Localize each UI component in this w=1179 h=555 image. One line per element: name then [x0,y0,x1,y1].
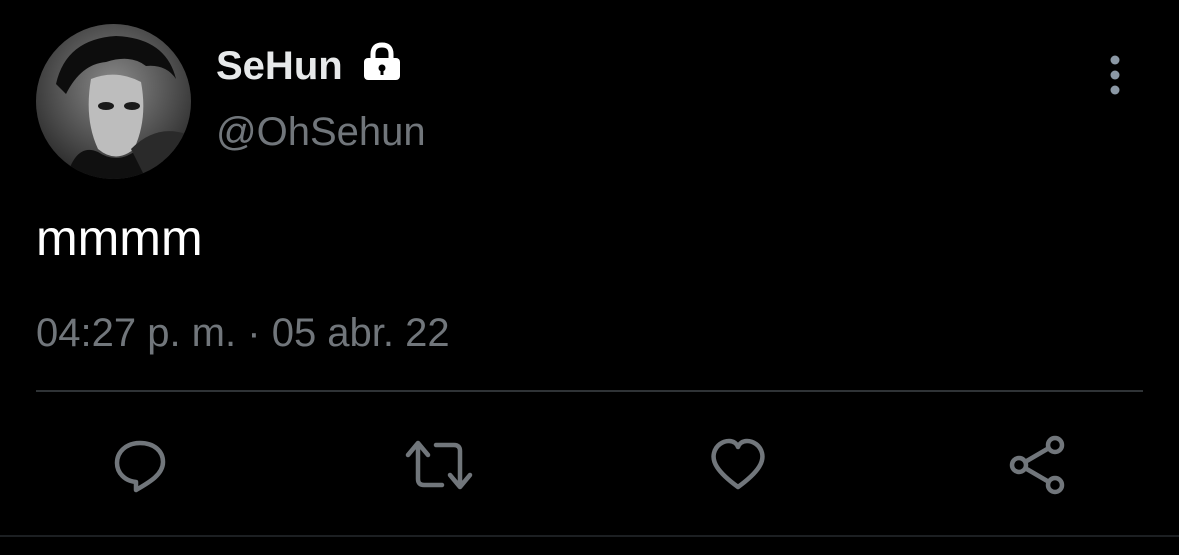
tweet-date: 05 abr. 22 [271,311,450,355]
more-options-icon[interactable] [1100,52,1130,98]
reply-button[interactable] [105,430,175,500]
divider [36,390,1143,392]
lock-icon [360,42,404,82]
like-button[interactable] [703,430,773,500]
tweet-text: mmmm [36,210,203,266]
meta-separator: · [247,311,261,355]
tweet-time: 04:27 p. m. [36,311,237,355]
tweet-timestamp[interactable]: 04:27 p. m. · 05 abr. 22 [36,308,450,358]
avatar[interactable] [36,24,191,179]
retweet-icon [404,435,474,495]
display-name[interactable]: SeHun [216,42,343,90]
share-icon [1005,435,1069,495]
heart-icon [708,435,768,495]
retweet-button[interactable] [404,430,474,500]
tweet-detail: SeHun @OhSehun mmmm 04:27 p. m. · 05 abr… [0,0,1179,555]
bottom-divider [0,535,1179,537]
user-handle[interactable]: @OhSehun [216,108,426,156]
comment-icon [110,435,170,495]
share-button[interactable] [1002,430,1072,500]
